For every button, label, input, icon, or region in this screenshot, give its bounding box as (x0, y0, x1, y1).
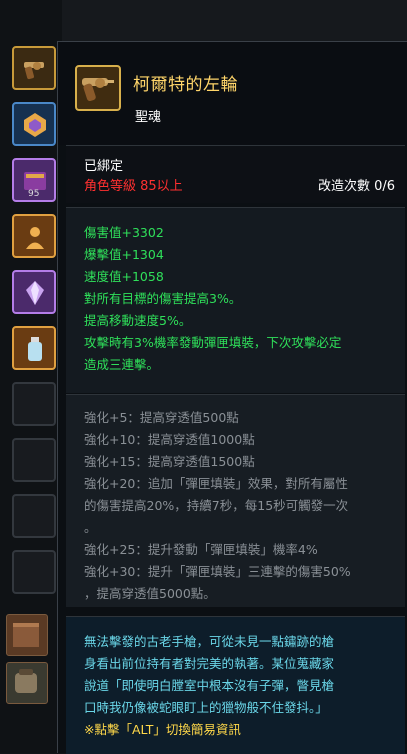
backpack-icon (15, 669, 37, 693)
description-line: 無法擊發的古老手槍，可從未見一點鏽跡的槍 (84, 634, 335, 649)
enhance-line: 強化+30：提升「彈匣填裝」三連擊的傷害50% (84, 564, 351, 579)
stat-line: 爆擊值+1304 (84, 247, 164, 262)
equip-slot-potion[interactable] (12, 326, 56, 370)
enhancement-section: 強化+5：提高穿透值500點 強化+10：提高穿透值1000點 強化+15：提高… (66, 394, 405, 607)
pet-equip-slot[interactable] (6, 662, 48, 704)
stat-line: 速度值+1058 (84, 269, 164, 284)
bound-status: 已綁定 (84, 159, 124, 174)
equip-slot-avatar[interactable] (12, 214, 56, 258)
stat-line: 對所有目標的傷害提高3%。 (84, 291, 242, 306)
person-silhouette-icon (26, 227, 44, 249)
equip-slot-empty[interactable] (12, 438, 56, 482)
equip-slot-crystal[interactable] (12, 270, 56, 314)
stat-line: 提高移動速度5%。 (84, 313, 192, 328)
revolver-icon (24, 62, 44, 80)
alt-hint: ※點擊「ALT」切換簡易資訊 (84, 722, 241, 737)
equip-slot-book[interactable]: 95 (12, 158, 56, 202)
item-tooltip: 柯爾特的左輪 聖魂 已綁定 角色等級 85以上 改造次數 0/6 傷害值+330… (57, 41, 407, 754)
emblem-icon (24, 113, 46, 137)
item-icon-frame (75, 65, 121, 111)
stat-line: 攻擊時有3%機率發動彈匣填裝，下次攻擊必定 (84, 335, 342, 350)
modify-count: 改造次數 0/6 (317, 179, 395, 194)
enhance-line: ，提高穿透值5000點。 (84, 586, 216, 601)
enhance-line: 的傷害提高20%，持續7秒，每15秒可觸發一次 (84, 498, 349, 513)
revolver-icon (82, 78, 114, 102)
equip-slot-empty[interactable] (12, 550, 56, 594)
stats-section: 傷害值+3302 爆擊值+1304 速度值+1058 對所有目標的傷害提高3%。… (66, 207, 405, 393)
enhance-line: 。 (84, 520, 97, 535)
item-rarity: 聖魂 (135, 110, 162, 125)
tooltip-header: 柯爾特的左輪 聖魂 (58, 42, 407, 145)
binding-section: 已綁定 角色等級 85以上 改造次數 0/6 (66, 145, 405, 203)
equip-slot-empty[interactable] (12, 494, 56, 538)
crate-icon (13, 623, 39, 647)
pet-slot[interactable] (6, 614, 48, 656)
crystal-icon (26, 281, 44, 305)
equip-slot-weapon[interactable] (12, 46, 56, 90)
equipment-column: 95 (0, 0, 62, 753)
enhance-line: 強化+10：提高穿透值1000點 (84, 432, 255, 447)
description-section: 無法擊發的古老手槍，可從未見一點鏽跡的槍 身看出前位持有者對完美的執著。某位蒐藏… (66, 616, 405, 754)
stat-line: 傷害值+3302 (84, 225, 164, 240)
enhance-line: 強化+5：提高穿透值500點 (84, 410, 239, 425)
enhance-line: 強化+25：提升發動「彈匣填裝」機率4% (84, 542, 318, 557)
description-line: 口時我仍像被蛇眼盯上的獵物般不住發抖。」 (84, 700, 328, 715)
stat-line: 造成三連擊。 (84, 357, 160, 372)
potion-bottle-icon (28, 337, 42, 361)
equip-slot-title[interactable] (12, 102, 56, 146)
slot-count: 95 (28, 189, 40, 199)
enhance-line: 強化+20：追加「彈匣填裝」效果，對所有屬性 (84, 476, 348, 491)
level-requirement: 角色等級 85以上 (84, 179, 183, 194)
equip-slot-empty[interactable] (12, 382, 56, 426)
description-line: 身看出前位持有者對完美的執著。某位蒐藏家 (84, 656, 335, 671)
description-line: 說道「即使明白膛室中根本沒有子彈，瞥見槍 (84, 678, 335, 693)
item-name: 柯爾特的左輪 (133, 75, 238, 95)
enhance-line: 強化+15：提高穿透值1500點 (84, 454, 255, 469)
